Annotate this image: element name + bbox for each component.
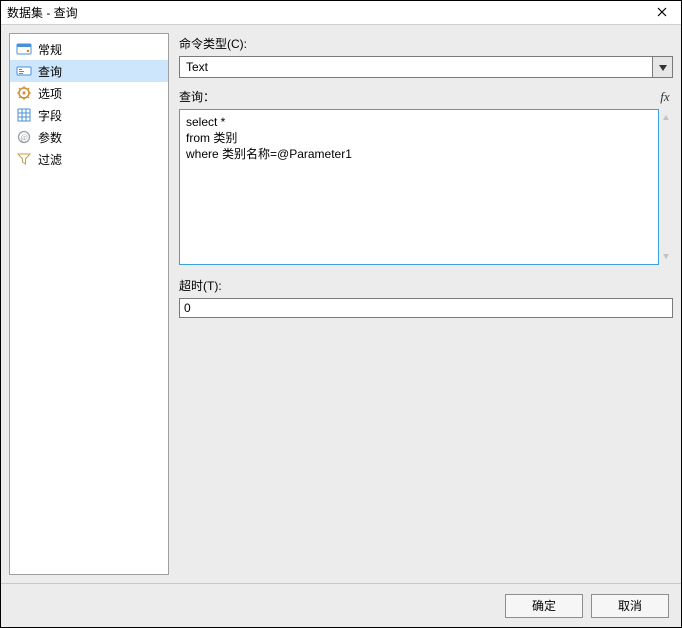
sidebar-item-general[interactable]: 常规 bbox=[10, 38, 168, 60]
dialog-footer: 确定 取消 bbox=[1, 583, 681, 627]
scroll-up-icon bbox=[662, 111, 670, 125]
scroll-down-icon bbox=[662, 249, 670, 263]
timeout-label: 超时(T): bbox=[179, 277, 673, 294]
sidebar-item-options[interactable]: 选项 bbox=[10, 82, 168, 104]
ok-button[interactable]: 确定 bbox=[505, 594, 583, 618]
query-label: 查询： bbox=[179, 88, 609, 105]
query-tools: fx bbox=[609, 89, 673, 105]
command-type-label: 命令类型(C): bbox=[179, 35, 673, 52]
ok-button-label: 确定 bbox=[532, 597, 556, 614]
cancel-button-label: 取消 bbox=[618, 597, 642, 614]
command-type-value: Text bbox=[180, 57, 652, 77]
query-area bbox=[179, 109, 673, 265]
filter-icon bbox=[16, 151, 32, 167]
sidebar-item-label: 字段 bbox=[38, 107, 62, 124]
sidebar-item-fields[interactable]: 字段 bbox=[10, 104, 168, 126]
query-header: 查询： fx bbox=[179, 88, 673, 105]
validate-query-button[interactable] bbox=[633, 89, 649, 105]
fx-icon: fx bbox=[660, 89, 669, 105]
sidebar-item-label: 过滤 bbox=[38, 151, 62, 168]
dropdown-button[interactable] bbox=[652, 57, 672, 77]
parameters-icon: @ bbox=[16, 129, 32, 145]
edit-query-button[interactable] bbox=[609, 89, 625, 105]
svg-text:@: @ bbox=[20, 133, 27, 142]
options-icon bbox=[16, 85, 32, 101]
command-type-dropdown[interactable]: Text bbox=[179, 56, 673, 78]
query-scroll-hints bbox=[659, 109, 673, 265]
dialog-body: 常规 查询 选项 字段 bbox=[1, 25, 681, 583]
close-icon bbox=[657, 6, 667, 20]
sidebar: 常规 查询 选项 字段 bbox=[9, 33, 169, 575]
sidebar-item-parameters[interactable]: @ 参数 bbox=[10, 126, 168, 148]
sidebar-item-filter[interactable]: 过滤 bbox=[10, 148, 168, 170]
sidebar-item-label: 选项 bbox=[38, 85, 62, 102]
general-icon bbox=[16, 41, 32, 57]
window-title: 数据集 - 查询 bbox=[7, 4, 649, 21]
cancel-button[interactable]: 取消 bbox=[591, 594, 669, 618]
sidebar-item-label: 查询 bbox=[38, 63, 62, 80]
query-icon bbox=[16, 63, 32, 79]
titlebar: 数据集 - 查询 bbox=[1, 1, 681, 25]
query-textarea[interactable] bbox=[179, 109, 659, 265]
sidebar-item-query[interactable]: 查询 bbox=[10, 60, 168, 82]
dialog-window: 数据集 - 查询 常规 查询 bbox=[0, 0, 682, 628]
timeout-input[interactable] bbox=[179, 298, 673, 318]
sidebar-item-label: 常规 bbox=[38, 41, 62, 58]
chevron-down-icon bbox=[659, 60, 667, 74]
expression-button[interactable]: fx bbox=[657, 89, 673, 105]
main-panel: 命令类型(C): Text 查询： bbox=[179, 33, 673, 575]
sidebar-item-label: 参数 bbox=[38, 129, 62, 146]
close-button[interactable] bbox=[649, 3, 675, 23]
fields-icon bbox=[16, 107, 32, 123]
